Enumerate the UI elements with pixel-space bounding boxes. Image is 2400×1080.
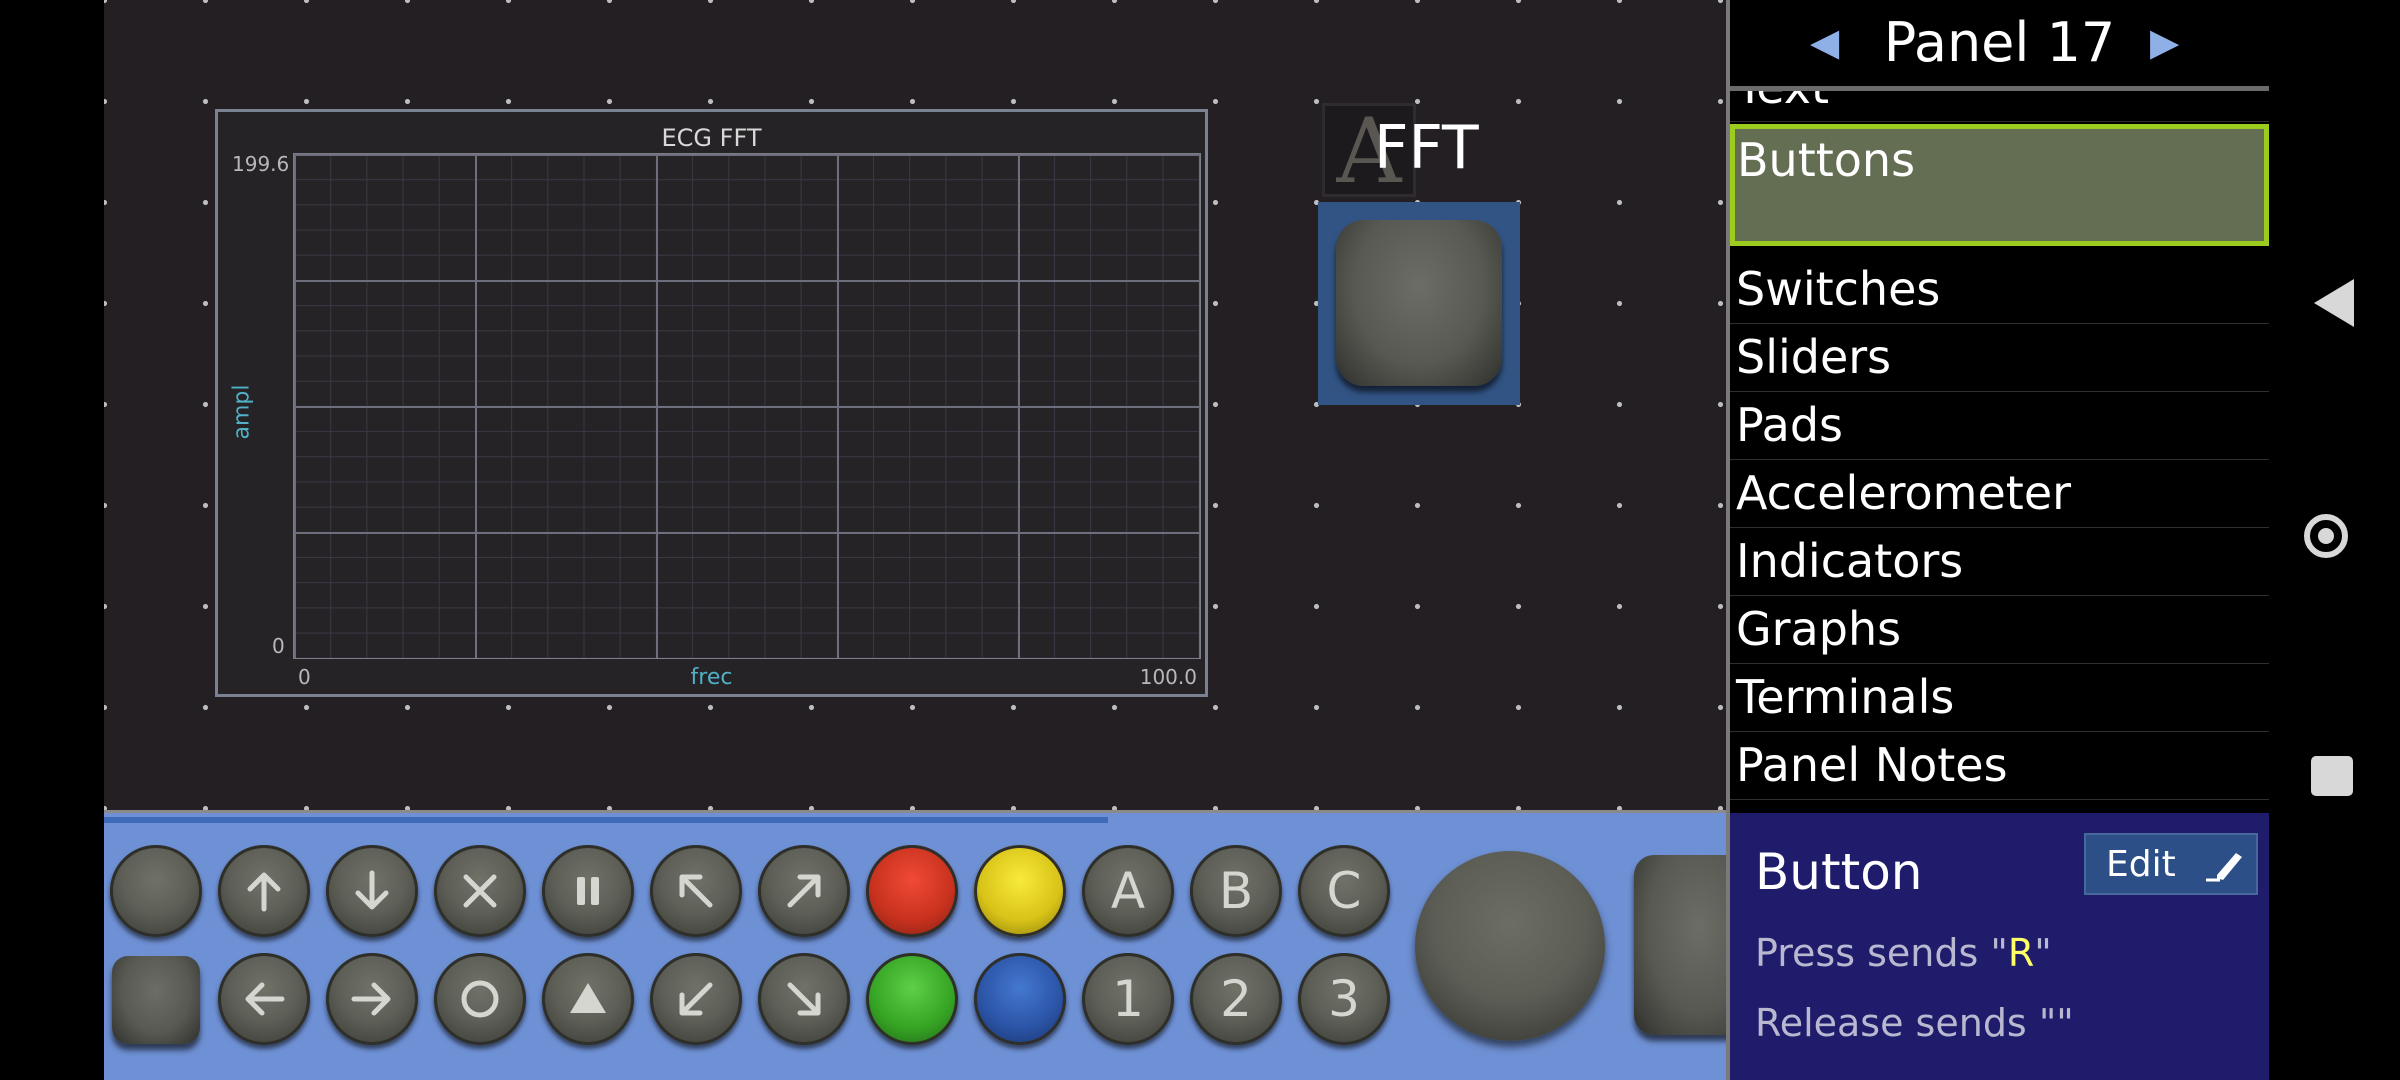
palette-red-button[interactable]	[866, 845, 958, 937]
back-icon[interactable]	[2314, 279, 2354, 327]
release-sends-text: Release sends ""	[1755, 1001, 2074, 1045]
palette-triangle-icon[interactable]	[542, 953, 634, 1045]
button-palette[interactable]: A B C 1 2 3	[104, 813, 1726, 1080]
palette-c-button[interactable]: C	[1298, 845, 1390, 937]
palette-large-round-button[interactable]	[1415, 851, 1605, 1041]
selected-button-widget[interactable]	[1318, 202, 1520, 405]
menu-item-text[interactable]: Text	[1730, 91, 2269, 122]
menu-item-label: Terminals	[1736, 670, 1955, 724]
widget-category-list[interactable]: Text Buttons Switches Sliders Pads Accel…	[1730, 91, 2269, 811]
text-widget-value[interactable]: FFT	[1374, 112, 1479, 184]
pencil-icon	[2206, 853, 2242, 882]
prev-panel-icon[interactable]: ◀	[1810, 20, 1839, 64]
menu-item-sliders[interactable]: Sliders	[1730, 323, 2269, 392]
y-min-label: 0	[272, 634, 285, 658]
palette-left-arrow-icon[interactable]	[218, 953, 310, 1045]
graph-plot-area	[293, 153, 1201, 659]
palette-a-button[interactable]: A	[1082, 845, 1174, 937]
android-nav-bar	[2269, 0, 2400, 1080]
palette-right-arrow-icon[interactable]	[326, 953, 418, 1045]
menu-item-label: Accelerometer	[1736, 466, 2072, 520]
palette-up-arrow-icon[interactable]	[218, 845, 310, 937]
palette-scrollbar[interactable]	[104, 817, 1108, 823]
menu-item-label: Text	[1736, 91, 1829, 121]
menu-item-switches[interactable]: Switches	[1730, 255, 2269, 324]
palette-1-button[interactable]: 1	[1082, 953, 1174, 1045]
menu-item-accelerometer[interactable]: Accelerometer	[1730, 459, 2269, 528]
palette-circle-icon[interactable]	[434, 953, 526, 1045]
press-sends-text: Press sends "R"	[1755, 931, 2052, 975]
graph-title: ECG FFT	[661, 124, 762, 152]
menu-item-indicators[interactable]: Indicators	[1730, 527, 2269, 596]
palette-pause-icon[interactable]	[542, 845, 634, 937]
palette-plain-button[interactable]	[110, 845, 202, 937]
fft-graph[interactable]: ECG FFT 199.6 0 0 100.0 frec ampl	[215, 109, 1208, 697]
menu-item-label: Sliders	[1736, 330, 1892, 384]
info-title: Button	[1755, 843, 1923, 901]
menu-item-buttons[interactable]: Buttons	[1730, 124, 2269, 246]
recents-icon[interactable]	[2311, 756, 2353, 796]
menu-item-label: Panel Notes	[1736, 738, 2008, 792]
palette-2-button[interactable]: 2	[1190, 953, 1282, 1045]
menu-item-label: Pads	[1736, 398, 1844, 452]
widget-info-panel: Button Edit Press sends "R" Release send…	[1730, 813, 2269, 1080]
palette-blue-button[interactable]	[974, 953, 1066, 1045]
menu-item-graphs[interactable]: Graphs	[1730, 595, 2269, 664]
palette-yellow-button[interactable]	[974, 845, 1066, 937]
x-axis-label: frec	[690, 665, 733, 690]
palette-x-icon[interactable]	[434, 845, 526, 937]
menu-item-panel-notes[interactable]: Panel Notes	[1730, 731, 2269, 800]
menu-item-terminals[interactable]: Terminals	[1730, 663, 2269, 732]
menu-item-label: Buttons	[1737, 133, 1916, 187]
palette-3-button[interactable]: 3	[1298, 953, 1390, 1045]
palette-down-left-arrow-icon[interactable]	[650, 953, 742, 1045]
palette-square-button[interactable]	[112, 956, 200, 1044]
palette-large-square-button[interactable]	[1634, 855, 1726, 1035]
palette-b-button[interactable]: B	[1190, 845, 1282, 937]
left-bezel	[0, 0, 104, 1080]
next-panel-icon[interactable]: ▶	[2150, 20, 2179, 64]
palette-down-right-arrow-icon[interactable]	[758, 953, 850, 1045]
palette-up-left-arrow-icon[interactable]	[650, 845, 742, 937]
y-axis-label: ampl	[229, 384, 255, 440]
menu-item-pads[interactable]: Pads	[1730, 391, 2269, 460]
press-value: R	[2007, 931, 2035, 975]
palette-up-right-arrow-icon[interactable]	[758, 845, 850, 937]
menu-item-label: Switches	[1736, 262, 1941, 316]
palette-green-button[interactable]	[866, 953, 958, 1045]
edit-button[interactable]: Edit	[2084, 833, 2258, 895]
square-button-cap	[1336, 220, 1502, 386]
menu-item-label: Indicators	[1736, 534, 1964, 588]
palette-down-arrow-icon[interactable]	[326, 845, 418, 937]
edit-button-label: Edit	[2106, 844, 2176, 885]
menu-item-label: Graphs	[1736, 602, 1902, 656]
y-max-label: 199.6	[232, 152, 290, 176]
home-icon[interactable]	[2304, 514, 2348, 558]
